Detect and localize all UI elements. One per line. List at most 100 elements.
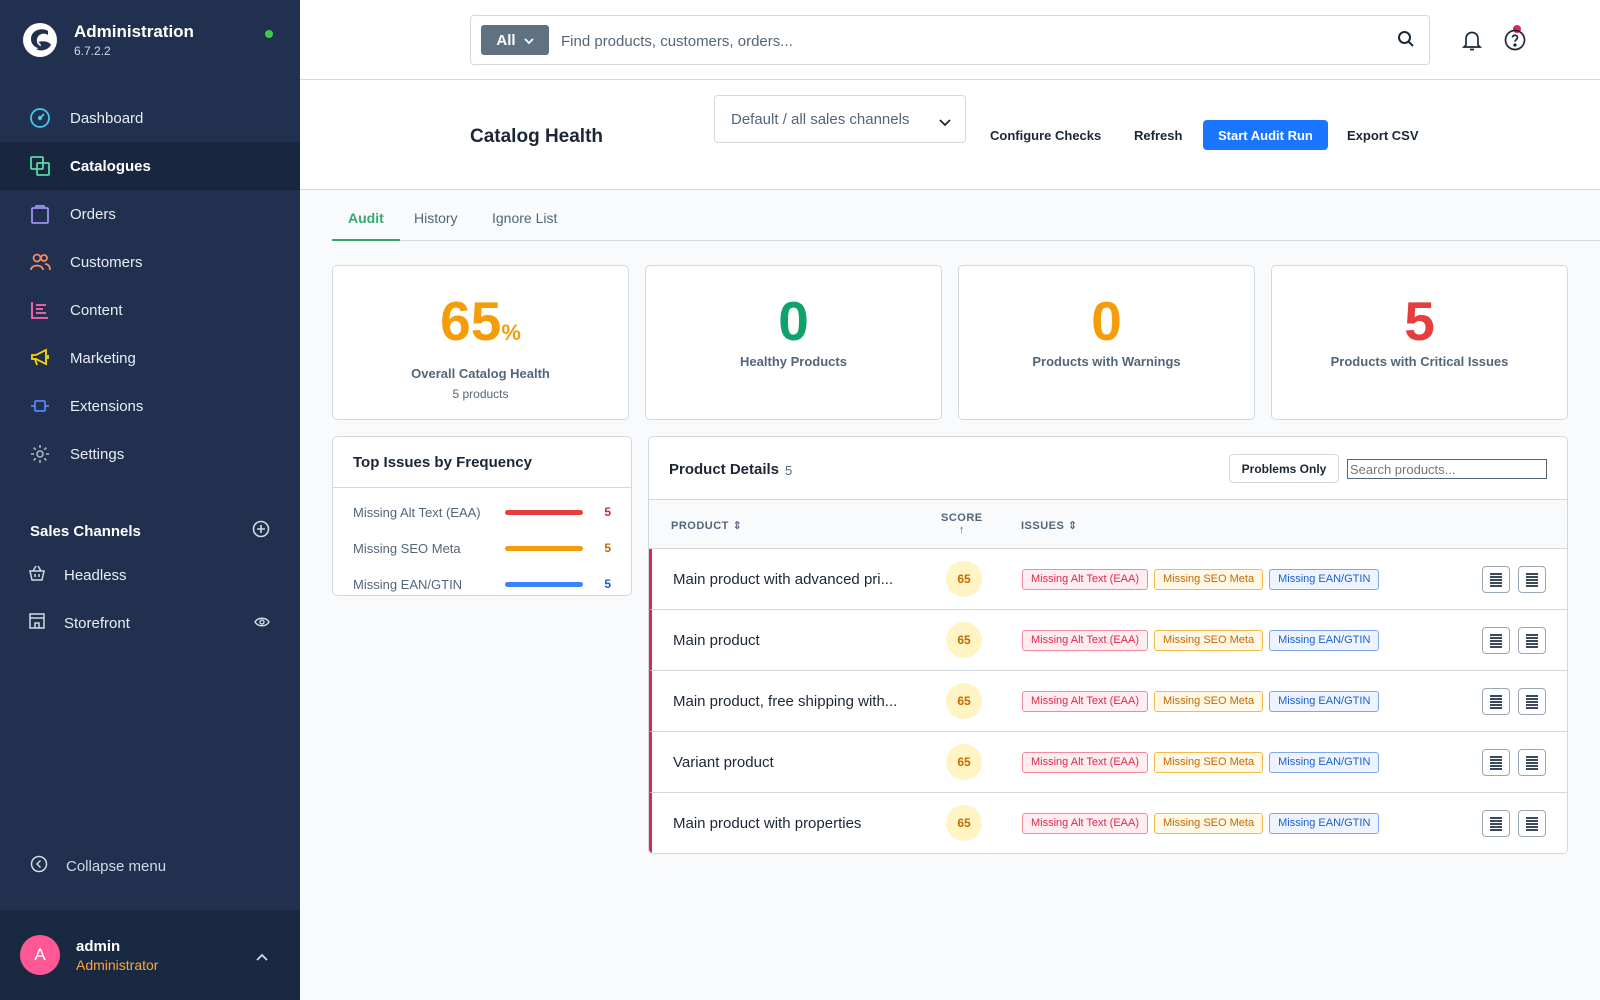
brand[interactable]: Administration 6.7.2.2 [22,22,194,58]
table-row[interactable]: Main product 65 Missing Alt Text (EAA) Mi… [649,610,1567,671]
sales-channel-label: Headless [64,566,127,584]
sales-channels-title: Sales Channels [30,523,141,540]
configure-checks-button[interactable]: Configure Checks [990,120,1101,150]
nav-item-customers[interactable]: Customers [0,238,300,286]
score-badge: 65 [946,622,982,658]
score-badge: 65 [946,561,982,597]
bell-icon[interactable] [1460,28,1484,57]
page-title: Catalog Health [470,126,604,147]
collapse-menu[interactable]: Collapse menu [30,855,166,878]
add-sales-channel-icon[interactable] [252,520,270,543]
sales-channel-storefront[interactable]: Storefront [0,599,300,647]
product-details-header: Product Details 5 Problems Only [649,437,1567,500]
product-details-count: 5 [785,463,793,478]
help-icon[interactable] [1504,29,1526,56]
search-icon[interactable] [1397,30,1415,53]
nav-label: Content [70,301,123,319]
stat-card-healthy-products: 0 Healthy Products [645,265,942,420]
table-row[interactable]: Main product with advanced pri... 65 Mis… [649,549,1567,610]
stat-value: 5 [1404,290,1435,352]
tab-audit[interactable]: Audit [332,190,400,241]
nav-item-catalogues[interactable]: Catalogues [0,142,300,190]
product-name[interactable]: Main product with properties [673,815,908,832]
issue-tags: Missing Alt Text (EAA) Missing SEO Meta Mi… [1022,569,1380,590]
issue-row: Missing SEO Meta 5 [333,530,631,566]
orders-icon [28,202,52,226]
product-name[interactable]: Main product [673,632,908,649]
table-row[interactable]: Main product with properties 65 Missing … [649,793,1567,853]
list-icon[interactable] [1518,810,1546,837]
start-audit-run-button[interactable]: Start Audit Run [1203,120,1328,150]
product-name[interactable]: Main product with advanced pri... [673,571,908,588]
page-header: Catalog Health Default / all sales chann… [300,80,1600,190]
list-icon[interactable] [1518,566,1546,593]
customers-icon [28,250,52,274]
list-icon[interactable] [1482,627,1510,654]
product-name[interactable]: Variant product [673,754,908,771]
sidebar: Administration 6.7.2.2 Dashboard Catalog… [0,0,300,1000]
nav-label: Extensions [70,397,144,415]
issue-tag: Missing Alt Text (EAA) [1022,630,1148,651]
stat-value: 0 [1091,290,1122,352]
list-icon[interactable] [1518,688,1546,715]
sort-icon: ⇕ [1067,520,1078,532]
problems-only-button[interactable]: Problems Only [1229,454,1339,483]
issue-row: Missing EAN/GTIN 5 [333,566,631,602]
stat-unit: % [501,320,521,345]
search-input[interactable] [561,28,1361,54]
search-type-select[interactable]: All [481,25,549,55]
issue-tag: Missing Alt Text (EAA) [1022,752,1148,773]
product-search-input[interactable] [1347,459,1547,479]
nav-label: Dashboard [70,109,144,127]
tab-history[interactable]: History [414,190,458,241]
chevron-up-icon [256,948,268,966]
stat-sub: 5 products [452,387,509,401]
nav-item-settings[interactable]: Settings [0,430,300,478]
issue-tag: Missing SEO Meta [1154,752,1264,773]
issue-tag: Missing SEO Meta [1154,630,1264,651]
nav-item-extensions[interactable]: Extensions [0,382,300,430]
refresh-button[interactable]: Refresh [1134,120,1182,150]
issue-bar [505,509,583,515]
user-menu[interactable]: A admin Administrator [0,910,300,1000]
chevron-down-icon [939,114,951,131]
stat-card-overall-health: 65% Overall Catalog Health 5 products [332,265,629,420]
table-row[interactable]: Main product, free shipping with... 65 M… [649,671,1567,732]
nav-item-dashboard[interactable]: Dashboard [0,94,300,142]
nav-item-content[interactable]: Content [0,286,300,334]
eye-icon[interactable] [254,615,270,634]
list-icon[interactable] [1482,566,1510,593]
list-icon[interactable] [1482,810,1510,837]
issue-tag: Missing EAN/GTIN [1269,813,1380,834]
product-name[interactable]: Main product, free shipping with... [673,693,908,710]
column-header-issues[interactable]: ISSUES ⇕ [1021,519,1078,532]
nav-item-marketing[interactable]: Marketing [0,334,300,382]
list-icon[interactable] [1482,749,1510,776]
list-icon[interactable] [1518,749,1546,776]
nav-item-orders[interactable]: Orders [0,190,300,238]
issue-tag: Missing EAN/GTIN [1269,691,1380,712]
list-icon[interactable] [1518,627,1546,654]
sales-channel-select[interactable]: Default / all sales channels [714,95,966,143]
chevron-down-icon [523,32,534,49]
shopware-logo-icon [23,23,57,57]
sales-channel-headless[interactable]: Headless [0,551,300,599]
tab-ignore-list[interactable]: Ignore List [492,190,557,241]
brand-title: Administration [74,22,194,41]
table-row[interactable]: Variant product 65 Missing Alt Text (EAA… [649,732,1567,793]
sort-asc-icon: ↑ [958,524,965,536]
issue-bar [505,545,583,551]
settings-icon [28,442,52,466]
issue-label: Missing SEO Meta [353,540,461,556]
column-header-score[interactable]: SCORE ↑ [941,512,983,536]
export-csv-button[interactable]: Export CSV [1347,120,1419,150]
table-header: PRODUCT ⇕ SCORE ↑ ISSUES ⇕ [649,500,1567,549]
list-icon[interactable] [1482,688,1510,715]
stat-label: Products with Critical Issues [1330,354,1509,369]
search-type-label: All [496,31,516,49]
nav-label: Catalogues [70,157,151,175]
column-header-product[interactable]: PRODUCT ⇕ [671,519,742,532]
issue-row: Missing Alt Text (EAA) 5 [333,494,631,530]
issue-tag: Missing SEO Meta [1154,691,1264,712]
product-rows: Main product with advanced pri... 65 Mis… [649,549,1567,853]
